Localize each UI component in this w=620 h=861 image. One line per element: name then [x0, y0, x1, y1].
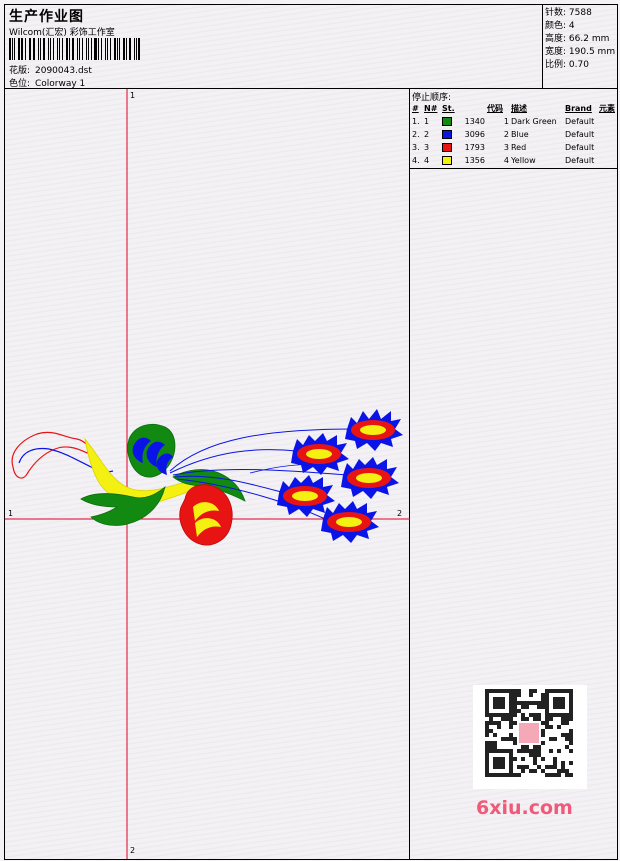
row-color-swatch: [442, 128, 458, 141]
row-code: 2: [503, 130, 509, 139]
col-number: N#: [424, 103, 438, 113]
row-element: [599, 115, 617, 128]
row-index: 3.: [412, 143, 420, 152]
row-code: 4: [503, 156, 509, 165]
table-row: 4. 4 1356 4 Yellow Default: [412, 154, 617, 167]
stat-width: 宽度: 190.5 mm: [545, 47, 616, 57]
row-number: 3: [424, 143, 430, 152]
colorway-value: Colorway 1: [35, 79, 86, 89]
row-brand: Default: [564, 117, 595, 126]
watermark-logo: 6xiu.com: [476, 797, 573, 819]
design-file-line: 花版: 2090043.dst: [9, 63, 92, 76]
row-stitches: 1340: [464, 117, 485, 126]
stat-colors: 颜色: 4: [545, 21, 575, 31]
col-index: #: [412, 103, 419, 113]
row-brand: Default: [564, 143, 595, 152]
spiky-pod-1: [345, 409, 403, 451]
row-stitches: 3096: [464, 130, 485, 139]
header-info: 生产作业图 Wilcom(汇宏) 彩饰工作室 花版: 2090043.dst 色位…: [7, 5, 542, 89]
row-code: 1: [503, 117, 509, 126]
row-code: 3: [503, 143, 509, 152]
qr-code-icon: [473, 685, 587, 789]
colorway-line: 色位: Colorway 1: [9, 76, 85, 89]
company-name: Wilcom(汇宏) 彩饰工作室: [9, 28, 115, 38]
worksheet-title: 生产作业图: [9, 9, 84, 25]
row-index: 1.: [412, 117, 420, 126]
row-number: 1: [424, 117, 430, 126]
design-file-value: 2090043.dst: [35, 66, 92, 76]
row-element: [599, 128, 617, 141]
axis-label-right: 2: [397, 509, 403, 518]
colorway-label: 色位:: [9, 79, 31, 89]
design-stats: 针数: 7588 颜色: 4 高度: 66.2 mm 宽度: 190.5 mm …: [542, 5, 617, 89]
design-file-label: 花版:: [9, 66, 31, 76]
spiky-pod-3: [341, 457, 399, 499]
row-element: [599, 154, 617, 167]
row-number: 4: [424, 156, 430, 165]
stat-scale: 比例: 0.70: [545, 60, 589, 70]
stop-sequence-table: # N# St. 代码 描述 Brand 元素 1. 1 1340 1 Dark Gre…: [412, 101, 617, 167]
stop-sequence-box: 停止顺序: # N# St. 代码 描述 Brand 元素 1. 1 1340 1 Da…: [410, 89, 617, 169]
color-swatch-icon: [442, 156, 452, 165]
row-description: Blue: [510, 130, 529, 139]
row-number: 2: [424, 130, 430, 139]
color-swatch-icon: [442, 130, 452, 139]
axis-label-top: 1: [130, 91, 136, 100]
row-description: Red: [510, 143, 527, 152]
row-stitches: 1356: [464, 156, 485, 165]
col-description: 描述: [510, 103, 527, 113]
stat-height: 高度: 66.2 mm: [545, 34, 610, 44]
color-swatch-icon: [442, 117, 452, 126]
spiky-pod-5: [321, 501, 379, 543]
row-brand: Default: [564, 130, 595, 139]
row-stitches: 1793: [464, 143, 485, 152]
col-element: 元素: [598, 103, 615, 113]
production-worksheet: 生产作业图 Wilcom(汇宏) 彩饰工作室 花版: 2090043.dst 色位…: [4, 4, 618, 860]
table-row: 1. 1 1340 1 Dark Green Default: [412, 115, 617, 128]
stat-stitches: 针数: 7588: [545, 8, 592, 18]
col-stitches: St.: [442, 103, 455, 113]
row-brand: Default: [564, 156, 595, 165]
col-code: 代码: [486, 103, 503, 113]
barcode-icon: [9, 38, 143, 60]
design-preview: 1 2 1 2: [5, 89, 410, 859]
row-element: [599, 141, 617, 154]
row-index: 2.: [412, 130, 420, 139]
row-color-swatch: [442, 141, 458, 154]
row-color-swatch: [442, 154, 458, 167]
embroidery-design-image: [5, 89, 410, 859]
red-fan: [179, 484, 233, 546]
axis-label-left: 1: [8, 509, 14, 518]
row-index: 4.: [412, 156, 420, 165]
side-panel: 停止顺序: # N# St. 代码 描述 Brand 元素 1. 1 1340 1 Da…: [410, 89, 617, 859]
table-row: 2. 2 3096 2 Blue Default: [412, 128, 617, 141]
axis-label-bottom: 2: [130, 846, 136, 855]
row-color-swatch: [442, 115, 458, 128]
col-brand: Brand: [564, 103, 592, 113]
stop-table-header: # N# St. 代码 描述 Brand 元素: [412, 101, 617, 115]
table-row: 3. 3 1793 3 Red Default: [412, 141, 617, 154]
color-swatch-icon: [442, 143, 452, 152]
worksheet-header: 生产作业图 Wilcom(汇宏) 彩饰工作室 花版: 2090043.dst 色位…: [5, 5, 617, 89]
row-description: Dark Green: [510, 117, 557, 126]
spiky-pod-2: [291, 433, 349, 475]
row-description: Yellow: [510, 156, 536, 165]
